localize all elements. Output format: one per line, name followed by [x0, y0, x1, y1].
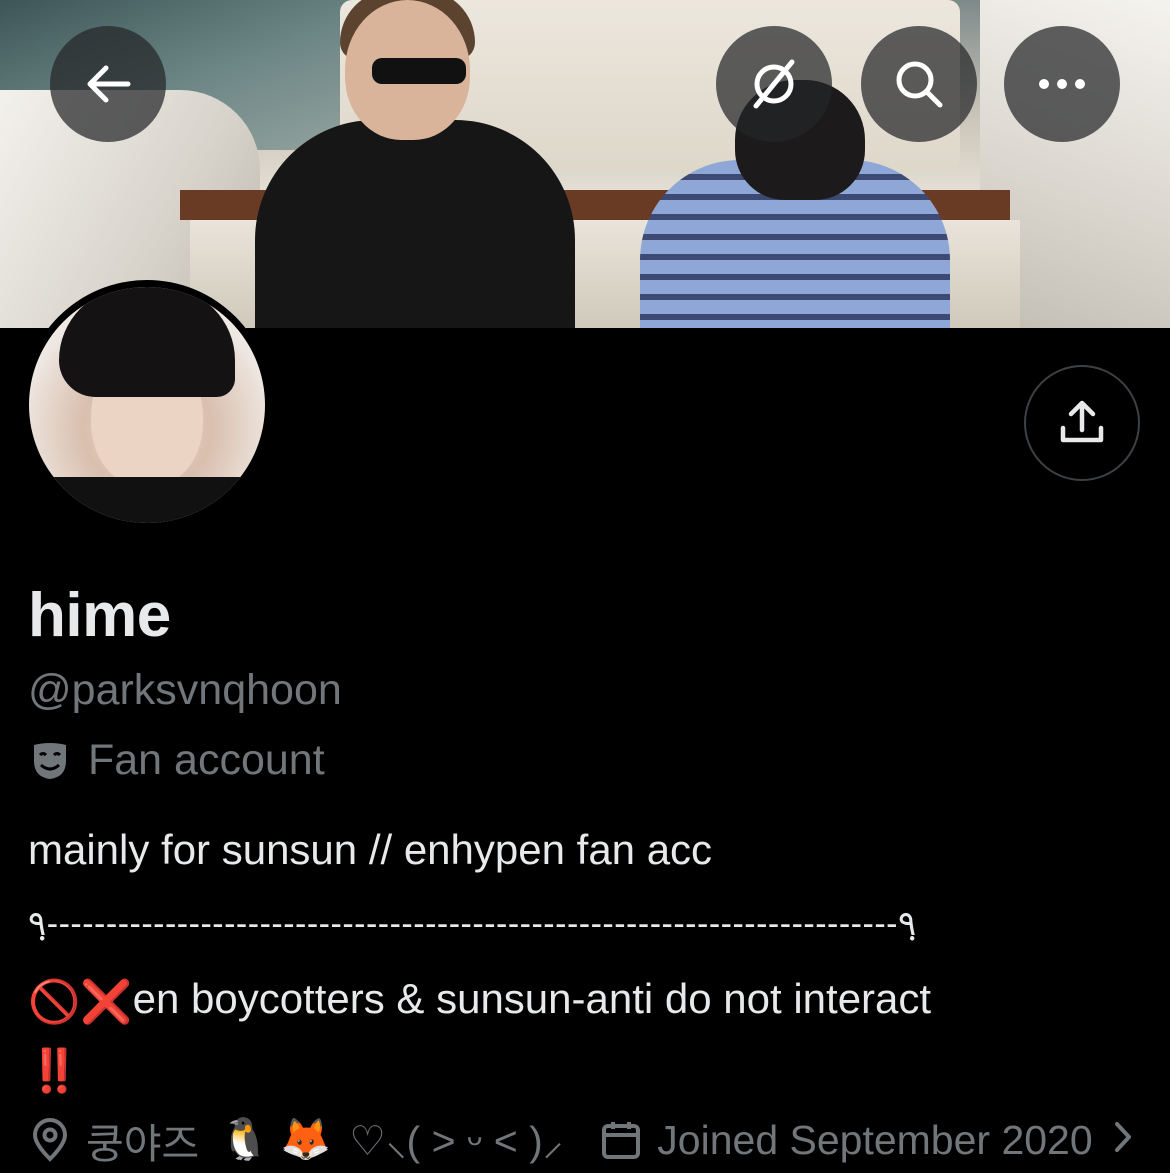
banner-person-left — [255, 120, 575, 328]
grok-button[interactable] — [716, 26, 832, 142]
location-pin-icon — [28, 1118, 72, 1162]
location-kaomoji: ♡⸜( ˃ ᵕ ˂ )⸝ — [349, 1118, 564, 1164]
bio-line-2: ٩ฺ--------------------------------------… — [28, 905, 917, 943]
avatar[interactable] — [22, 280, 272, 530]
avatar-hair — [59, 287, 235, 397]
share-button[interactable] — [1024, 365, 1140, 481]
share-icon — [1060, 400, 1104, 443]
fox-emoji: 🦊 — [280, 1116, 332, 1162]
banner-sunglasses — [372, 58, 466, 84]
chevron-right-icon[interactable] — [1113, 1117, 1133, 1164]
search-button[interactable] — [861, 26, 977, 142]
category-label: Fan account — [88, 736, 325, 784]
search-icon — [896, 61, 943, 108]
display-name: hime — [28, 581, 171, 650]
joined-date: Joined September 2020 — [657, 1116, 1093, 1163]
back-button[interactable] — [50, 26, 166, 142]
profile-banner[interactable] — [0, 0, 1170, 328]
avatar-photo — [29, 287, 265, 523]
username-handle: @parksvnqhoon — [28, 666, 342, 714]
bio-warning-text: en boycotters & sunsun-anti do not inter… — [132, 975, 932, 1022]
avatar-shirt — [29, 477, 265, 523]
bio-line-3: 🚫❌en boycotters & sunsun-anti do not int… — [28, 966, 1138, 1104]
arrow-left-icon — [87, 65, 131, 103]
more-horizontal-icon — [1039, 79, 1085, 89]
more-button[interactable] — [1004, 26, 1120, 142]
no-entry-cross-emoji: 🚫❌ — [28, 977, 133, 1025]
penguin-emoji: 🐧 — [219, 1116, 271, 1162]
professional-category: Fan account — [28, 736, 325, 785]
double-exclamation-emoji: ‼️ — [28, 1046, 81, 1094]
bio-line-1: mainly for sunsun // enhypen fan acc — [28, 826, 713, 873]
theater-mask-icon — [28, 739, 72, 783]
calendar-icon — [599, 1118, 643, 1162]
location-text: 쿵야즈 — [86, 1121, 200, 1167]
profile-meta-row: 쿵야즈 🐧 🦊 ♡⸜( ˃ ᵕ ˂ )⸝ Joined September 20… — [28, 1110, 1133, 1170]
slashed-circle-icon — [753, 59, 795, 109]
